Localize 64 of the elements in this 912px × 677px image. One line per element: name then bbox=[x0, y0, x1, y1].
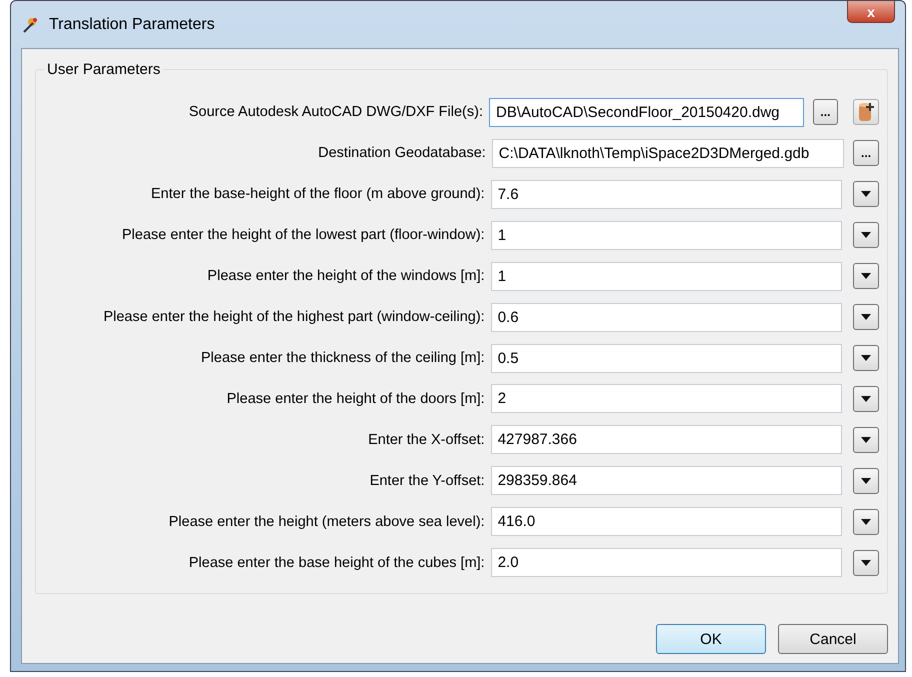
window-title: Translation Parameters bbox=[49, 16, 215, 34]
parameter-label: Please enter the height (meters above sea level): bbox=[168, 514, 486, 530]
input-field[interactable]: 1 bbox=[490, 220, 842, 250]
input-field[interactable]: 1 bbox=[490, 262, 842, 291]
input-field[interactable]: 2 bbox=[490, 384, 842, 414]
caret-icon bbox=[861, 355, 872, 361]
caret-icon bbox=[861, 518, 872, 525]
field-value: 2 bbox=[498, 390, 506, 408]
browse-button[interactable]: ... bbox=[812, 99, 838, 126]
input-field[interactable]: C:\DATA\lknoth\Temp\iSpace2D3DMerged.gdb bbox=[492, 138, 844, 168]
dropdown-button[interactable] bbox=[853, 508, 879, 535]
parameter-label: Please enter the height of the lowest part (floor-window): bbox=[121, 227, 486, 244]
field-value: C:\DATA\lknoth\Temp\iSpace2D3DMerged.gdb bbox=[498, 144, 810, 162]
field-value: 416.0 bbox=[498, 513, 536, 530]
parameter-label: Enter the base-height of the floor (m above ground): bbox=[150, 186, 486, 202]
input-field[interactable]: 416.0 bbox=[490, 507, 842, 536]
caret-icon bbox=[861, 478, 872, 484]
parameter-label: Please enter the thickness of the ceiling [m]: bbox=[200, 350, 486, 366]
cylinder-plus-icon bbox=[857, 101, 876, 124]
parameter-label: Please enter the height of the highest part (window-ceiling): bbox=[102, 309, 486, 326]
input-field[interactable]: 0.5 bbox=[490, 344, 842, 372]
field-value: 1 bbox=[498, 226, 506, 244]
dropdown-button[interactable] bbox=[853, 550, 879, 576]
input-field[interactable]: 427987.366 bbox=[490, 425, 842, 454]
caret-icon bbox=[861, 314, 872, 320]
caret-icon bbox=[861, 232, 872, 238]
caret-icon bbox=[861, 560, 872, 566]
field-value: 0.5 bbox=[498, 350, 519, 366]
input-field[interactable]: 7.6 bbox=[490, 180, 842, 209]
dropdown-button[interactable] bbox=[853, 222, 879, 248]
field-value: 2.0 bbox=[498, 554, 519, 572]
dropdown-button[interactable] bbox=[853, 468, 879, 494]
browse-button[interactable]: ... bbox=[853, 140, 879, 166]
parameter-label: Please enter the base height of the cubes [m]: bbox=[188, 554, 486, 571]
input-field[interactable]: 2.0 bbox=[490, 548, 842, 578]
caret-icon bbox=[861, 191, 872, 198]
dialog-button[interactable]: Cancel bbox=[778, 624, 888, 654]
parameter-label: Destination Geodatabase: bbox=[317, 145, 487, 162]
field-value: 1 bbox=[498, 268, 506, 285]
caret-icon bbox=[861, 436, 872, 443]
dropdown-button[interactable] bbox=[853, 304, 879, 330]
parameter-label: Please enter the height of the doors [m]: bbox=[226, 390, 486, 407]
field-value: 0.6 bbox=[498, 308, 519, 326]
add-file-button[interactable] bbox=[853, 99, 880, 126]
field-value: 7.6 bbox=[498, 186, 519, 203]
input-field[interactable]: DB\AutoCAD\SecondFloor_20150420.dwg bbox=[488, 98, 804, 127]
field-value: 427987.366 bbox=[498, 431, 577, 448]
input-field[interactable]: 0.6 bbox=[490, 302, 842, 332]
dropdown-button[interactable] bbox=[853, 263, 879, 290]
parameter-label: Source Autodesk AutoCAD DWG/DXF File(s): bbox=[188, 104, 484, 120]
dialog-button[interactable]: OK bbox=[656, 624, 766, 654]
input-field[interactable]: 298359.864 bbox=[490, 466, 842, 496]
dropdown-button[interactable] bbox=[853, 345, 879, 371]
parameter-label: Please enter the height of the windows [m]: bbox=[206, 268, 486, 284]
field-value: 298359.864 bbox=[498, 472, 577, 490]
field-value: DB\AutoCAD\SecondFloor_20150420.dwg bbox=[496, 104, 780, 121]
parameter-label: Enter the Y-offset: bbox=[368, 472, 486, 489]
dropdown-button[interactable] bbox=[853, 386, 879, 412]
caret-icon bbox=[861, 273, 872, 280]
close-button[interactable]: x bbox=[847, 1, 895, 23]
caret-icon bbox=[861, 396, 872, 402]
dropdown-button[interactable] bbox=[853, 426, 879, 453]
parameter-label: Enter the X-offset: bbox=[367, 432, 486, 448]
dropdown-button[interactable] bbox=[853, 181, 879, 208]
